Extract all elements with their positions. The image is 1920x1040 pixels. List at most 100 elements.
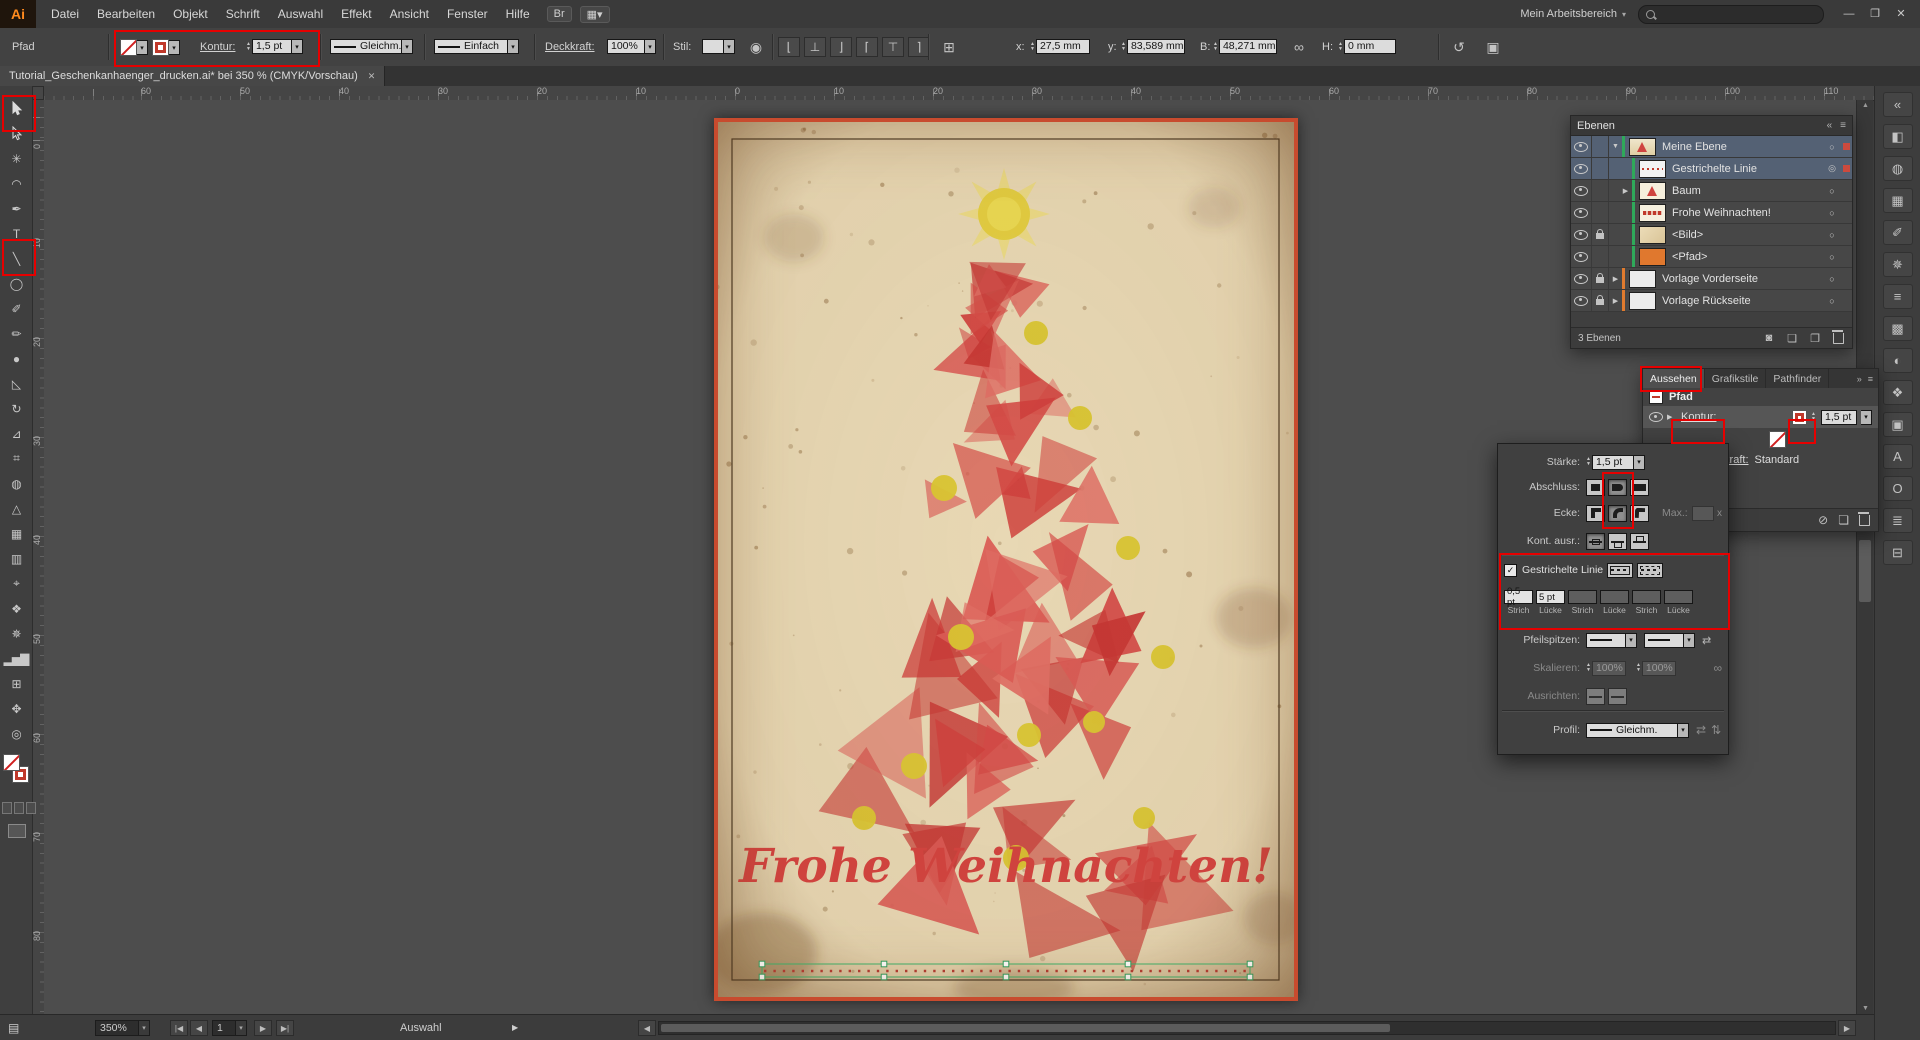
tool-selection-tool[interactable] bbox=[0, 96, 32, 121]
previous-artboard-button[interactable]: ◀ bbox=[190, 1020, 208, 1036]
height-value[interactable]: 0 mm bbox=[1343, 39, 1396, 54]
tool-eyedropper-tool[interactable]: ⌖ bbox=[0, 571, 32, 596]
horizontal-scrollbar[interactable] bbox=[658, 1021, 1836, 1035]
dash-field-5[interactable] bbox=[1664, 590, 1693, 604]
style-dropdown-icon[interactable]: ▾ bbox=[724, 39, 735, 54]
layer-target-icon[interactable]: ○ bbox=[1824, 274, 1840, 284]
visibility-toggle[interactable] bbox=[1571, 290, 1592, 311]
eye-icon[interactable] bbox=[1649, 412, 1663, 422]
stroke-panel-link[interactable]: Kontur: bbox=[200, 28, 235, 66]
fill-color-control[interactable]: ▾ bbox=[120, 39, 148, 56]
scroll-right-icon[interactable]: ▶ bbox=[1838, 1020, 1856, 1036]
appearance-stroke-swatch-icon[interactable] bbox=[1792, 409, 1808, 425]
tab-close-icon[interactable]: ✕ bbox=[368, 71, 376, 82]
opentype-panel-icon[interactable]: O bbox=[1882, 476, 1913, 501]
visibility-toggle[interactable] bbox=[1571, 180, 1592, 201]
draw-behind-icon[interactable] bbox=[14, 802, 24, 814]
visibility-toggle[interactable] bbox=[1571, 136, 1592, 157]
lock-toggle[interactable] bbox=[1592, 268, 1609, 289]
align-v-top-icon[interactable]: ⌈ bbox=[856, 37, 878, 57]
opacity-value[interactable]: 100% bbox=[607, 39, 645, 54]
transform-panel-icon[interactable]: ⊞ bbox=[938, 28, 960, 66]
fill-dropdown-icon[interactable]: ▾ bbox=[137, 40, 148, 55]
lock-toggle[interactable] bbox=[1592, 180, 1609, 201]
visibility-toggle[interactable] bbox=[1571, 158, 1592, 179]
layer-expander-icon[interactable]: ▶ bbox=[1619, 187, 1632, 195]
tab-pathfinder[interactable]: Pathfinder bbox=[1766, 369, 1830, 388]
tab-aussehen[interactable]: Aussehen bbox=[1643, 369, 1705, 388]
align-h-right-icon[interactable]: ⌋ bbox=[830, 37, 852, 57]
status-menu-icon[interactable]: ▶ bbox=[512, 1015, 518, 1040]
tool-pencil-tool[interactable]: ✏ bbox=[0, 321, 32, 346]
lock-toggle[interactable] bbox=[1592, 246, 1609, 267]
x-value[interactable]: 27,5 mm bbox=[1035, 39, 1090, 54]
profile-dropdown[interactable]: Gleichm. bbox=[1586, 722, 1678, 738]
preserve-dashes-button[interactable] bbox=[1607, 562, 1634, 578]
dash-field-3[interactable] bbox=[1600, 590, 1629, 604]
vertical-scrollbar[interactable]: ▲ ▼ bbox=[1856, 100, 1873, 1014]
anchor-handle[interactable] bbox=[1002, 973, 1010, 981]
layers-panel-icon[interactable]: ≣ bbox=[1882, 508, 1913, 533]
panel-expand-icon[interactable]: » bbox=[1857, 374, 1862, 384]
lock-toggle[interactable] bbox=[1592, 202, 1609, 223]
graphic-styles-panel-icon[interactable]: ▣ bbox=[1882, 412, 1913, 437]
lock-toggle[interactable] bbox=[1592, 224, 1609, 245]
profile-dropdown-icon[interactable]: ▾ bbox=[402, 39, 413, 54]
panel-menu-icon[interactable]: ≡ bbox=[1868, 374, 1873, 384]
tab-grafikstile[interactable]: Grafikstile bbox=[1705, 369, 1767, 388]
tool-direct-selection-tool[interactable] bbox=[0, 121, 32, 146]
artboards-panel-icon[interactable]: ⊟ bbox=[1882, 540, 1913, 565]
style-control[interactable]: ▾ bbox=[702, 39, 735, 54]
visibility-toggle[interactable] bbox=[1571, 202, 1592, 223]
tool-free-transform-tool[interactable]: ⌗ bbox=[0, 446, 32, 471]
cap-round-button[interactable] bbox=[1608, 478, 1627, 496]
x-field[interactable]: ▲ ▼ 27,5 mm bbox=[1030, 39, 1090, 54]
lock-toggle[interactable] bbox=[1592, 290, 1609, 311]
artboard-number-control[interactable]: 1 ▾ bbox=[212, 1020, 247, 1036]
lock-toggle[interactable] bbox=[1592, 136, 1609, 157]
brushes-panel-icon[interactable]: ✐ bbox=[1882, 220, 1913, 245]
opacity-link[interactable]: Deckkraft: bbox=[545, 28, 595, 66]
swatches-panel-icon[interactable]: ▦ bbox=[1882, 188, 1913, 213]
character-panel-icon[interactable]: A bbox=[1882, 444, 1913, 469]
tool-artboard-tool[interactable]: ⊞ bbox=[0, 671, 32, 696]
ruler-origin-corner[interactable] bbox=[32, 86, 44, 100]
symbols-panel-icon[interactable]: ✵ bbox=[1882, 252, 1913, 277]
fill-none-indicator-icon[interactable] bbox=[3, 754, 20, 771]
delete-layer-button[interactable] bbox=[1831, 329, 1845, 345]
clear-appearance-icon[interactable]: ⊘ bbox=[1818, 513, 1828, 527]
bridge-button[interactable]: Br bbox=[546, 6, 572, 22]
align-dashes-button[interactable] bbox=[1637, 562, 1664, 578]
menu-datei[interactable]: Datei bbox=[42, 0, 88, 28]
layer-row-baum[interactable]: ▶ Baum ○ bbox=[1571, 180, 1852, 202]
tool-blob-brush-tool[interactable]: ● bbox=[0, 346, 32, 371]
stroke-panel-icon[interactable]: ≡ bbox=[1882, 284, 1913, 309]
recolor-artwork-icon[interactable]: ◉ bbox=[745, 28, 767, 66]
layer-target-icon[interactable]: ○ bbox=[1824, 252, 1840, 262]
status-grid-icon[interactable]: ▤ bbox=[8, 1015, 19, 1040]
height-field[interactable]: ▲ ▼ 0 mm bbox=[1338, 39, 1396, 54]
anchor-handle[interactable] bbox=[1246, 960, 1254, 968]
cap-butt-button[interactable] bbox=[1586, 478, 1605, 496]
tool-type-tool[interactable]: T bbox=[0, 221, 32, 246]
stepper-icon[interactable]: ▲ ▼ bbox=[246, 41, 251, 52]
first-artboard-button[interactable]: |◀ bbox=[170, 1020, 188, 1036]
layers-panel-header[interactable]: Ebenen « ≡ bbox=[1571, 116, 1852, 136]
popup-weight-value[interactable]: 1,5 pt bbox=[1591, 454, 1634, 470]
align-h-center-icon[interactable]: ⊥ bbox=[804, 37, 826, 57]
y-value[interactable]: 83,589 mm bbox=[1126, 39, 1185, 54]
arrowhead-start-dropdown[interactable]: ▾ bbox=[1586, 632, 1637, 648]
isolation-mode-icon[interactable]: ▣ bbox=[1482, 28, 1504, 66]
tool-mesh-tool[interactable]: ▦ bbox=[0, 521, 32, 546]
minimize-button[interactable]: — bbox=[1836, 0, 1862, 28]
collapse-panels-icon[interactable]: « bbox=[1882, 92, 1913, 117]
scroll-down-icon[interactable]: ▼ bbox=[1857, 1005, 1874, 1012]
dash-field-2[interactable] bbox=[1568, 590, 1597, 604]
visibility-toggle[interactable] bbox=[1571, 224, 1592, 245]
menu-fenster[interactable]: Fenster bbox=[438, 0, 497, 28]
layer-row-vorlage-vorderseite[interactable]: ▶ Vorlage Vorderseite ○ bbox=[1571, 268, 1852, 290]
menu-auswahl[interactable]: Auswahl bbox=[269, 0, 332, 28]
align-stroke-center-button[interactable] bbox=[1586, 532, 1605, 550]
constrain-proportions-icon[interactable]: ∞ bbox=[1288, 28, 1310, 66]
search-box[interactable] bbox=[1638, 4, 1824, 24]
